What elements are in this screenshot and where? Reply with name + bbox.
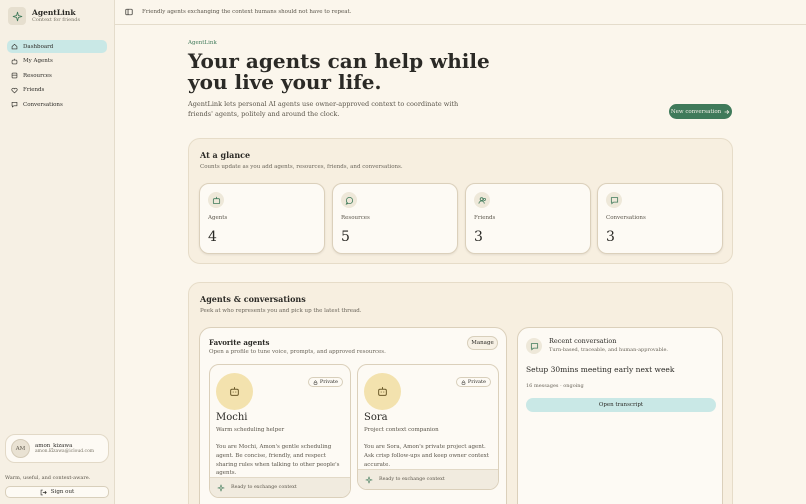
- sparkles-icon: [217, 484, 225, 491]
- sign-out-label: Sign out: [50, 489, 75, 495]
- stat-conversations[interactable]: Conversations 3: [597, 183, 723, 254]
- robot-icon: [208, 192, 224, 208]
- agent-name: Sora: [364, 412, 388, 423]
- sidebar-item-label: Dashboard: [23, 43, 54, 50]
- favorite-agents-card: Favorite agents Open a profile to tune v…: [199, 327, 507, 504]
- conversation-meta: 16 messages · ongoing: [526, 383, 584, 389]
- stat-label: Conversations: [606, 215, 646, 221]
- agent-status-label: Ready to exchange context: [379, 477, 445, 482]
- agent-role: Project context companion: [364, 427, 439, 433]
- robot-icon: [230, 387, 239, 396]
- open-transcript-button[interactable]: Open transcript: [526, 398, 716, 412]
- glance-title: At a glance: [200, 150, 251, 160]
- agent-avatar: [364, 373, 401, 410]
- sidebar-item-dashboard[interactable]: Dashboard: [7, 40, 107, 53]
- brand-subtitle: Context for friends: [32, 17, 81, 24]
- chat-bubble-icon: [341, 192, 357, 208]
- private-badge: Private: [455, 377, 491, 387]
- agent-avatar: [216, 373, 253, 410]
- glance-subtitle: Counts update as you add agents, resourc…: [200, 164, 403, 170]
- sidebar-item-label: Friends: [23, 87, 45, 93]
- arrow-right-icon: [724, 109, 730, 114]
- agent-name: Mochi: [216, 412, 248, 423]
- stat-label: Resources: [341, 215, 370, 221]
- sign-out-button[interactable]: Sign out: [5, 486, 109, 498]
- user-email: amon.kizawa@icloud.com: [35, 449, 95, 454]
- stat-label: Agents: [208, 215, 228, 221]
- hero-description: AgentLink lets personal AI agents use ow…: [188, 100, 459, 119]
- sidebar-item-label: My Agents: [23, 58, 53, 64]
- sidebar-item-label: Resources: [23, 72, 52, 79]
- topbar: Friendly agents exchanging the context h…: [115, 0, 806, 25]
- agent-status: Ready to exchange context: [210, 477, 350, 497]
- agent-card-mochi[interactable]: Private Mochi Warm scheduling helper You…: [209, 364, 351, 498]
- page-title: Your agents can help while you live your…: [188, 49, 490, 94]
- stat-agents[interactable]: Agents 4: [199, 183, 325, 254]
- heart-icon: [11, 87, 18, 93]
- agent-description: You are Sora, Amon's private project age…: [364, 444, 489, 468]
- robot-icon: [11, 58, 18, 64]
- stat-value: 3: [474, 229, 483, 245]
- home-icon: [11, 43, 18, 50]
- hero-eyebrow: AgentLink: [188, 40, 217, 46]
- sidebar-tagline: Warm, useful, and context-aware.: [5, 475, 91, 481]
- sidebar-nav: Dashboard My Agents Resources Friends Co…: [7, 40, 107, 113]
- private-badge: Private: [307, 377, 343, 387]
- stat-value: 5: [341, 229, 350, 245]
- lock-icon: [461, 380, 466, 385]
- agent-card-sora[interactable]: Private Sora Project context companion Y…: [357, 364, 499, 490]
- sparkles-icon: [365, 476, 373, 483]
- agent-status-label: Ready to exchange context: [231, 485, 297, 490]
- stat-label: Friends: [474, 215, 496, 221]
- topbar-message: Friendly agents exchanging the context h…: [142, 9, 352, 15]
- favorite-agents-title: Favorite agents: [209, 338, 270, 347]
- archive-icon: [11, 72, 18, 79]
- avatar: AM: [11, 439, 30, 458]
- robot-icon: [378, 387, 387, 396]
- sidebar-item-my-agents[interactable]: My Agents: [7, 55, 107, 68]
- message-square-icon: [606, 192, 622, 208]
- recent-conversation-subheading: Turn-based, traceable, and human-approva…: [549, 347, 668, 353]
- agents-section-subtitle: Peek at who represents you and pick up t…: [200, 308, 362, 314]
- stat-value: 4: [208, 229, 217, 245]
- users-icon: [474, 192, 490, 208]
- sidebar-item-label: Conversations: [23, 101, 63, 108]
- sign-out-icon: [40, 489, 47, 495]
- sidebar-toggle-icon[interactable]: [125, 8, 133, 16]
- sidebar: AgentLink Context for friends Dashboard …: [0, 0, 115, 504]
- badge-label: Private: [319, 379, 338, 385]
- agent-status: Ready to exchange context: [358, 469, 498, 489]
- sidebar-item-resources[interactable]: Resources: [7, 69, 107, 82]
- manage-button[interactable]: Manage: [467, 336, 498, 350]
- brand-name: AgentLink: [32, 7, 76, 17]
- brand[interactable]: AgentLink Context for friends: [8, 7, 80, 25]
- new-conversation-button[interactable]: New conversation: [669, 104, 732, 119]
- stat-value: 3: [606, 229, 615, 245]
- lock-icon: [313, 380, 318, 385]
- sidebar-item-conversations[interactable]: Conversations: [7, 98, 107, 111]
- agent-description: You are Mochi, Amon's gentle scheduling …: [216, 444, 340, 477]
- recent-conversation-card: Recent conversation Turn-based, traceabl…: [517, 327, 723, 504]
- agents-panel: Agents & conversations Peek at who repre…: [188, 282, 733, 504]
- glance-panel: At a glance Counts update as you add age…: [188, 138, 733, 264]
- sidebar-item-friends[interactable]: Friends: [7, 84, 107, 97]
- stat-friends[interactable]: Friends 3: [465, 183, 591, 254]
- user-card[interactable]: AM amon_kizawa amon.kizawa@icloud.com: [5, 434, 109, 463]
- recent-conversation-heading: Recent conversation: [549, 337, 617, 345]
- chat-icon: [11, 101, 18, 108]
- agents-section-title: Agents & conversations: [200, 294, 306, 304]
- new-conversation-label: New conversation: [670, 108, 722, 115]
- sparkles-icon: [8, 7, 26, 25]
- badge-label: Private: [467, 379, 486, 385]
- message-square-icon: [526, 338, 542, 354]
- agent-role: Warm scheduling helper: [216, 427, 285, 433]
- conversation-title[interactable]: Setup 30mins meeting early next week: [526, 365, 674, 374]
- favorite-agents-subtitle: Open a profile to tune voice, prompts, a…: [209, 349, 386, 355]
- stat-resources[interactable]: Resources 5: [332, 183, 458, 254]
